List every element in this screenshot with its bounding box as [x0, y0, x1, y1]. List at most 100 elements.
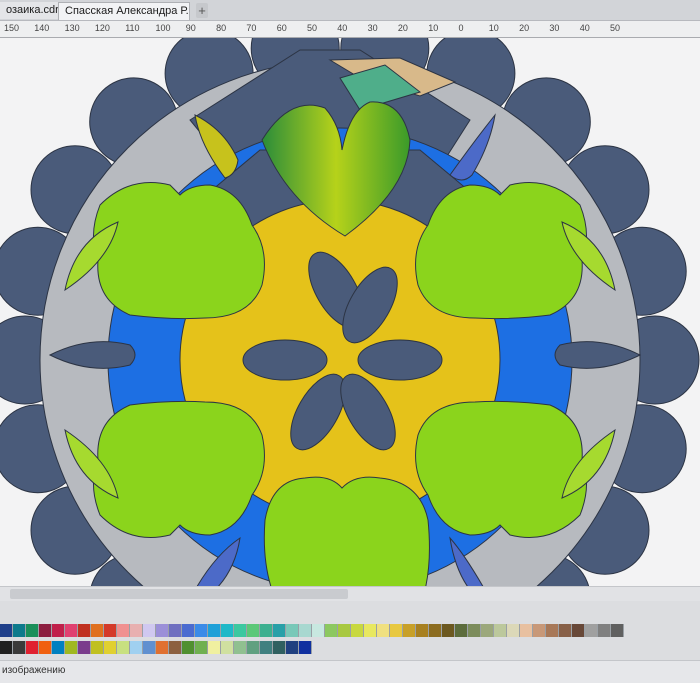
color-swatch[interactable]: [234, 624, 247, 637]
color-swatch[interactable]: [429, 624, 442, 637]
color-swatch[interactable]: [221, 641, 234, 654]
color-swatch[interactable]: [13, 624, 26, 637]
color-swatch[interactable]: [130, 641, 143, 654]
color-swatch[interactable]: [26, 624, 39, 637]
color-swatch[interactable]: [442, 624, 455, 637]
color-swatch[interactable]: [559, 624, 572, 637]
color-swatch[interactable]: [403, 624, 416, 637]
color-swatch[interactable]: [299, 641, 312, 654]
color-swatch[interactable]: [195, 641, 208, 654]
color-swatch[interactable]: [260, 641, 273, 654]
color-swatch[interactable]: [65, 641, 78, 654]
ruler-tick-label: 50: [307, 23, 318, 33]
ruler-tick-label: 110: [125, 23, 140, 33]
scrollbar-thumb[interactable]: [10, 589, 348, 599]
color-swatch[interactable]: [91, 641, 104, 654]
color-swatch[interactable]: [130, 624, 143, 637]
color-swatch[interactable]: [273, 641, 286, 654]
ruler-tick-label: 20: [397, 23, 408, 33]
color-swatch[interactable]: [104, 641, 117, 654]
color-swatch[interactable]: [117, 641, 130, 654]
color-swatch[interactable]: [299, 624, 312, 637]
color-swatch[interactable]: [520, 624, 533, 637]
color-swatch[interactable]: [52, 624, 65, 637]
color-swatch[interactable]: [104, 624, 117, 637]
color-swatch[interactable]: [468, 624, 481, 637]
mosaic-artwork[interactable]: [0, 38, 700, 586]
color-swatch[interactable]: [611, 624, 624, 637]
ruler-tick-label: 10: [488, 23, 499, 33]
color-swatch[interactable]: [273, 624, 286, 637]
color-swatch[interactable]: [247, 641, 260, 654]
color-swatch[interactable]: [39, 641, 52, 654]
drawing-canvas[interactable]: [0, 38, 700, 586]
color-swatch[interactable]: [260, 624, 273, 637]
color-swatch[interactable]: [598, 624, 611, 637]
color-swatch[interactable]: [156, 641, 169, 654]
color-swatch[interactable]: [221, 624, 234, 637]
color-swatch[interactable]: [208, 624, 221, 637]
color-swatch[interactable]: [91, 624, 104, 637]
color-swatch[interactable]: [39, 624, 52, 637]
color-swatch[interactable]: [65, 624, 78, 637]
color-swatch[interactable]: [117, 624, 130, 637]
horizontal-ruler[interactable]: 150 140 130 120 110 100 90 80 70 60 50 40 30 20 10 0 10 2…: [0, 21, 700, 38]
color-swatch[interactable]: [234, 641, 247, 654]
color-swatch[interactable]: [143, 624, 156, 637]
color-swatch[interactable]: [533, 624, 546, 637]
ruler-tick-label: 120: [94, 23, 110, 33]
ruler-tick-label: 0: [458, 23, 464, 33]
tab-active-document[interactable]: Спасская Александра Р.*: [58, 2, 190, 20]
color-swatch[interactable]: [52, 641, 65, 654]
color-swatch[interactable]: [338, 624, 351, 637]
color-swatch[interactable]: [286, 624, 299, 637]
color-swatch[interactable]: [182, 641, 195, 654]
color-swatch[interactable]: [364, 624, 377, 637]
color-swatch[interactable]: [286, 641, 299, 654]
color-swatch[interactable]: [494, 624, 507, 637]
ruler-tick-label: 70: [246, 23, 257, 33]
color-swatch[interactable]: [169, 624, 182, 637]
color-palette-row-2: [0, 641, 312, 654]
color-swatch[interactable]: [312, 624, 325, 637]
ruler-tick-label: 80: [216, 23, 227, 33]
apple-bottom-left: [93, 400, 265, 538]
horizontal-scrollbar[interactable]: [0, 586, 700, 601]
color-swatch[interactable]: [143, 641, 156, 654]
color-swatch[interactable]: [247, 624, 260, 637]
color-swatch[interactable]: [26, 641, 39, 654]
ruler-tick-label: 30: [367, 23, 378, 33]
new-tab-button[interactable]: +: [196, 3, 208, 18]
color-swatch[interactable]: [78, 624, 91, 637]
color-swatch[interactable]: [572, 624, 585, 637]
color-swatch[interactable]: [0, 641, 13, 654]
color-palette-row-1: [0, 624, 624, 637]
color-swatch[interactable]: [325, 624, 338, 637]
color-swatch[interactable]: [156, 624, 169, 637]
color-swatch[interactable]: [481, 624, 494, 637]
status-bar: изображению: [0, 660, 700, 683]
color-swatch[interactable]: [377, 624, 390, 637]
color-swatch[interactable]: [546, 624, 559, 637]
color-swatch[interactable]: [195, 624, 208, 637]
color-swatch[interactable]: [78, 641, 91, 654]
apple-top-right: [415, 182, 587, 320]
ruler-tick-label: 90: [185, 23, 196, 33]
document-tab-bar: озаика.cdr* Спасская Александра Р.* +: [0, 0, 700, 21]
color-swatch[interactable]: [169, 641, 182, 654]
color-swatch[interactable]: [351, 624, 364, 637]
color-swatch[interactable]: [416, 624, 429, 637]
color-swatch[interactable]: [390, 624, 403, 637]
color-swatch[interactable]: [182, 624, 195, 637]
tab-mosaic-file[interactable]: озаика.cdr*: [0, 2, 60, 19]
color-swatch[interactable]: [208, 641, 221, 654]
ruler-tick-label: 100: [155, 23, 171, 33]
color-swatch[interactable]: [507, 624, 520, 637]
ruler-tick-label: 20: [519, 23, 530, 33]
color-swatch[interactable]: [455, 624, 468, 637]
ruler-tick-label: 30: [549, 23, 560, 33]
color-swatch[interactable]: [0, 624, 13, 637]
color-swatch[interactable]: [13, 641, 26, 654]
color-swatch[interactable]: [585, 624, 598, 637]
ruler-tick-label: 60: [276, 23, 287, 33]
